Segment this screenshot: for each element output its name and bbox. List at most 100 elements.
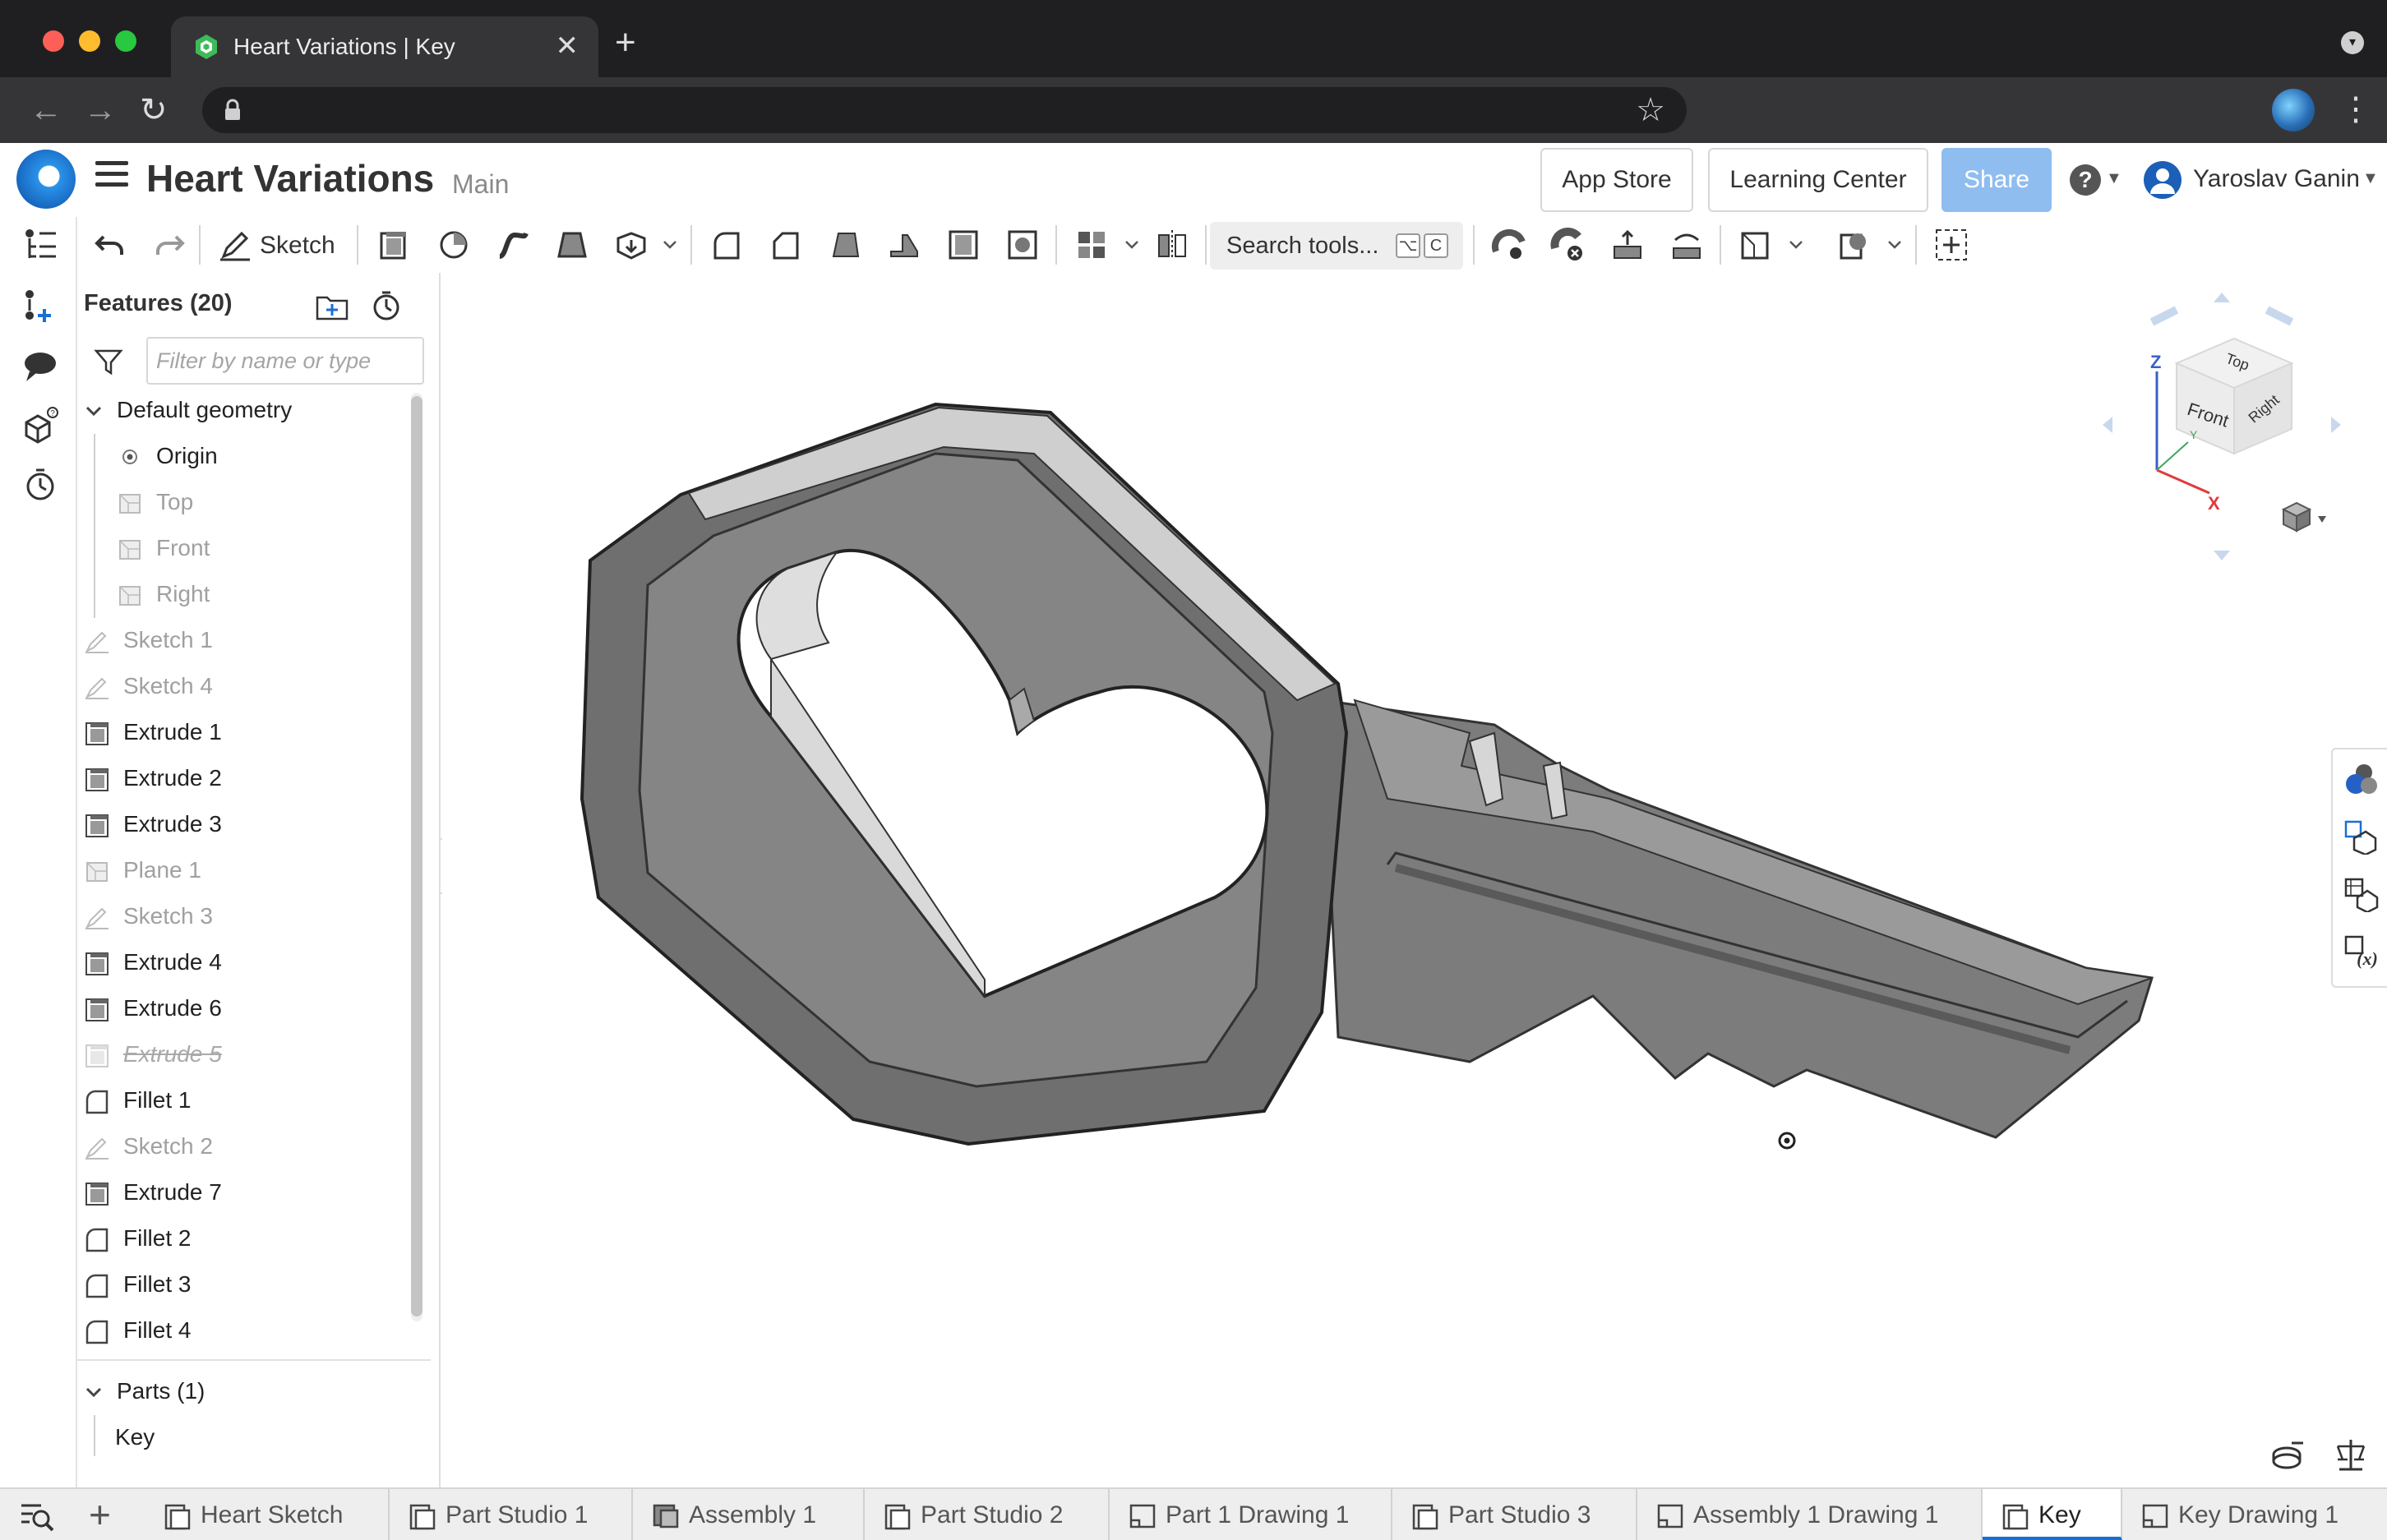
section-view-icon[interactable]	[2270, 1438, 2306, 1474]
configuration-panel-icon[interactable]	[2343, 876, 2379, 912]
tree-item-right-plane[interactable]: Right	[77, 572, 406, 618]
help-caret-icon[interactable]: ▼	[2106, 169, 2122, 188]
feature-row[interactable]: Sketch 4	[77, 664, 406, 710]
undo-icon[interactable]	[92, 227, 128, 263]
browser-tab[interactable]: Heart Variations | Key ✕	[171, 16, 598, 77]
thicken-icon[interactable]	[613, 227, 649, 263]
hamburger-menu-icon[interactable]	[95, 161, 128, 191]
feature-row[interactable]: Fillet 1	[77, 1078, 406, 1124]
rib-icon[interactable]	[886, 227, 922, 263]
onshape-logo-icon[interactable]	[16, 150, 76, 209]
doc-tab-heart-sketch[interactable]: Heart Sketch	[145, 1489, 390, 1540]
mass-properties-icon[interactable]	[2343, 818, 2379, 855]
tab-search-icon[interactable]	[20, 1501, 56, 1533]
view-options-icon[interactable]	[2281, 501, 2326, 533]
feature-row[interactable]: Fillet 2	[77, 1216, 406, 1262]
configurations-icon[interactable]: ?	[21, 406, 59, 444]
add-custom-feature-icon[interactable]	[1933, 227, 1969, 263]
browser-profile-menu-icon[interactable]: ▾	[2341, 31, 2364, 54]
feature-row[interactable]: Extrude 7	[77, 1170, 406, 1216]
window-close-button[interactable]	[43, 30, 64, 52]
add-tab-button[interactable]: +	[89, 1494, 111, 1535]
rollback-timer-icon[interactable]	[370, 289, 403, 322]
tree-item-front-plane[interactable]: Front	[77, 526, 406, 572]
add-folder-icon[interactable]	[316, 293, 349, 320]
browser-menu-icon[interactable]: ⋮	[2339, 89, 2372, 130]
forward-arrow-icon[interactable]: →	[84, 92, 117, 128]
search-tools-input[interactable]: Search tools... ⌥ C	[1210, 222, 1463, 270]
user-avatar-icon[interactable]	[2142, 159, 2183, 201]
hole-icon[interactable]	[1004, 227, 1041, 263]
doc-tab-part-1-drawing-1[interactable]: Part 1 Drawing 1	[1110, 1489, 1392, 1540]
mate-connector-icon[interactable]	[1836, 227, 1872, 263]
share-button[interactable]: Share	[1941, 148, 2052, 212]
chevron-down-icon[interactable]	[1787, 235, 1805, 253]
part-item-key[interactable]: Key	[77, 1415, 406, 1461]
chevron-down-icon[interactable]	[1886, 235, 1904, 253]
doc-tab-part-studio-3[interactable]: Part Studio 3	[1392, 1489, 1637, 1540]
feature-row[interactable]: Sketch 3	[77, 894, 406, 940]
mirror-icon[interactable]	[1154, 227, 1190, 263]
chevron-down-icon[interactable]	[84, 401, 104, 421]
doc-tab-key[interactable]: Key	[1983, 1489, 2122, 1540]
chamfer-icon[interactable]	[768, 227, 804, 263]
doc-tab-assembly-1-drawing-1[interactable]: Assembly 1 Drawing 1	[1637, 1489, 1983, 1540]
replace-face-icon[interactable]	[1669, 227, 1705, 263]
graphics-viewport[interactable]: Top Front Right Z X Y	[442, 273, 2387, 1487]
default-geometry-group[interactable]: Default geometry	[77, 388, 406, 434]
chevron-down-icon[interactable]	[1123, 235, 1141, 253]
document-title[interactable]: Heart Variations	[146, 156, 434, 201]
doc-tab-key-drawing-1[interactable]: Key Drawing 1	[2122, 1489, 2387, 1540]
parts-group[interactable]: Parts (1)	[77, 1369, 406, 1415]
window-minimize-button[interactable]	[79, 30, 100, 52]
feature-row[interactable]: Plane 1	[77, 848, 406, 894]
feature-row[interactable]: Extrude 6	[77, 986, 406, 1032]
feature-row[interactable]: Fillet 4	[77, 1308, 406, 1354]
app-store-button[interactable]: App Store	[1540, 148, 1693, 212]
doc-tab-part-studio-1[interactable]: Part Studio 1	[390, 1489, 633, 1540]
feature-filter-input[interactable]	[146, 337, 424, 385]
chevron-down-icon[interactable]	[84, 1382, 104, 1402]
feature-row-suppressed[interactable]: Extrude 5	[77, 1032, 406, 1078]
feature-list-icon[interactable]	[21, 227, 59, 265]
learning-center-button[interactable]: Learning Center	[1708, 148, 1928, 212]
history-stopwatch-icon[interactable]	[21, 465, 59, 503]
extension-globe-icon[interactable]	[2272, 89, 2315, 131]
variable-table-icon[interactable]	[21, 288, 59, 325]
bookmark-star-icon[interactable]: ☆	[1636, 92, 1665, 128]
feature-row[interactable]: Sketch 1	[77, 618, 406, 664]
new-tab-button[interactable]: +	[615, 25, 636, 61]
extrude-icon[interactable]	[375, 227, 411, 263]
shell-icon[interactable]	[945, 227, 981, 263]
redo-icon[interactable]	[151, 227, 187, 263]
user-name[interactable]: Yaroslav Ganin	[2193, 163, 2360, 196]
doc-tab-part-studio-2[interactable]: Part Studio 2	[865, 1489, 1110, 1540]
user-caret-icon[interactable]: ▼	[2362, 169, 2379, 188]
feature-row[interactable]: Extrude 4	[77, 940, 406, 986]
tree-item-origin[interactable]: Origin	[77, 434, 406, 480]
feature-row[interactable]: Extrude 1	[77, 710, 406, 756]
tree-item-top-plane[interactable]: Top	[77, 480, 406, 526]
comments-icon[interactable]	[21, 347, 59, 385]
help-icon[interactable]: ?	[2070, 164, 2101, 196]
revolve-icon[interactable]	[436, 227, 472, 263]
feature-row[interactable]: Extrude 2	[77, 756, 406, 802]
pattern-icon[interactable]	[1073, 227, 1110, 263]
window-maximize-button[interactable]	[115, 30, 136, 52]
draft-icon[interactable]	[827, 227, 863, 263]
tab-close-icon[interactable]: ✕	[556, 30, 579, 62]
back-arrow-icon[interactable]: ←	[30, 92, 62, 128]
plane-icon[interactable]	[1738, 227, 1774, 263]
appearance-icon[interactable]	[2343, 761, 2379, 797]
modify-fillet-icon[interactable]	[1491, 227, 1527, 263]
feature-row[interactable]: Sketch 2	[77, 1124, 406, 1170]
chevron-down-icon[interactable]	[661, 235, 679, 253]
fillet-icon[interactable]	[709, 227, 745, 263]
workspace-name[interactable]: Main	[452, 168, 509, 201]
view-cube[interactable]: Top Front Right Z X Y	[2086, 289, 2357, 560]
variables-panel-icon[interactable]: (x)	[2343, 934, 2379, 970]
doc-tab-assembly-1[interactable]: Assembly 1	[633, 1489, 865, 1540]
feature-row[interactable]: Fillet 3	[77, 1262, 406, 1308]
filter-funnel-icon[interactable]	[94, 347, 123, 376]
address-bar[interactable]: ☆	[202, 87, 1687, 133]
